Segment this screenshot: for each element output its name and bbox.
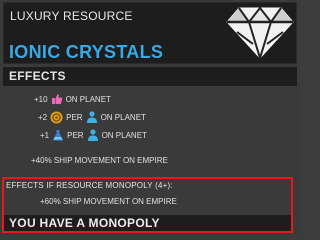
happiness-thumb-icon [51, 93, 63, 105]
monopoly-effect-row: +60% SHIP MOVEMENT ON EMPIRE [40, 192, 177, 210]
effect-suffix: ON PLANET [100, 112, 146, 122]
monopoly-title: EFFECTS IF RESOURCE MONOPOLY (4+): [6, 181, 173, 190]
crystal-gem-icon [226, 6, 294, 60]
population-person-icon [86, 111, 98, 123]
effect-row-influence: +2 PER ON PLANET [38, 108, 146, 126]
effect-mid: PER [66, 112, 83, 122]
effect-row-science: +1 PER ON PLANET [40, 126, 147, 144]
resource-tooltip-panel: LUXURY RESOURCE IONIC CRYSTALS EFFECTS +… [0, 0, 300, 236]
resource-name: IONIC CRYSTALS [9, 42, 164, 62]
effect-suffix: ON PLANET [65, 94, 111, 104]
influence-coin-icon [50, 111, 63, 124]
monopoly-effect-text: +60% SHIP MOVEMENT ON EMPIRE [40, 196, 177, 206]
monopoly-status: YOU HAVE A MONOPOLY [4, 215, 291, 231]
population-person-icon [87, 129, 99, 141]
effect-row-happiness: +10 ON PLANET [34, 90, 111, 108]
resource-type-label: LUXURY RESOURCE [10, 9, 133, 23]
effect-suffix: ON PLANET [101, 130, 147, 140]
science-flask-icon [52, 129, 64, 141]
effect-value: +2 [38, 112, 48, 122]
effect-value: +10 [34, 94, 48, 104]
effect-value: +1 [40, 130, 50, 140]
effect-mid: PER [67, 130, 84, 140]
effect-text: +40% SHIP MOVEMENT ON EMPIRE [31, 155, 168, 165]
effect-row-ship-movement: +40% SHIP MOVEMENT ON EMPIRE [31, 151, 168, 169]
effects-header: EFFECTS [3, 67, 297, 86]
